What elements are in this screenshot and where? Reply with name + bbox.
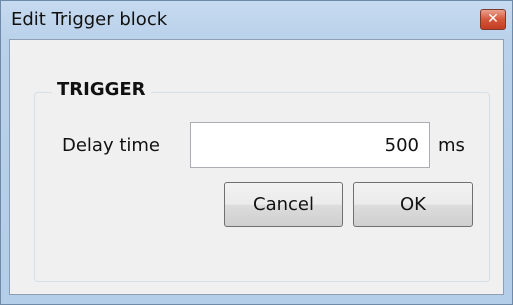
ok-button[interactable]: OK bbox=[353, 182, 473, 227]
delay-unit-label: ms bbox=[438, 135, 465, 156]
groupbox-label: TRIGGER bbox=[52, 79, 151, 100]
close-button[interactable]: ✕ bbox=[480, 9, 506, 30]
delay-time-input[interactable]: 500 bbox=[190, 122, 430, 168]
delay-time-label: Delay time bbox=[62, 135, 161, 156]
delay-time-value: 500 bbox=[384, 135, 419, 156]
cancel-button[interactable]: Cancel bbox=[224, 182, 343, 227]
close-icon: ✕ bbox=[487, 11, 499, 27]
window-title: Edit Trigger block bbox=[11, 9, 168, 30]
title-bar[interactable]: Edit Trigger block ✕ bbox=[1, 1, 512, 39]
